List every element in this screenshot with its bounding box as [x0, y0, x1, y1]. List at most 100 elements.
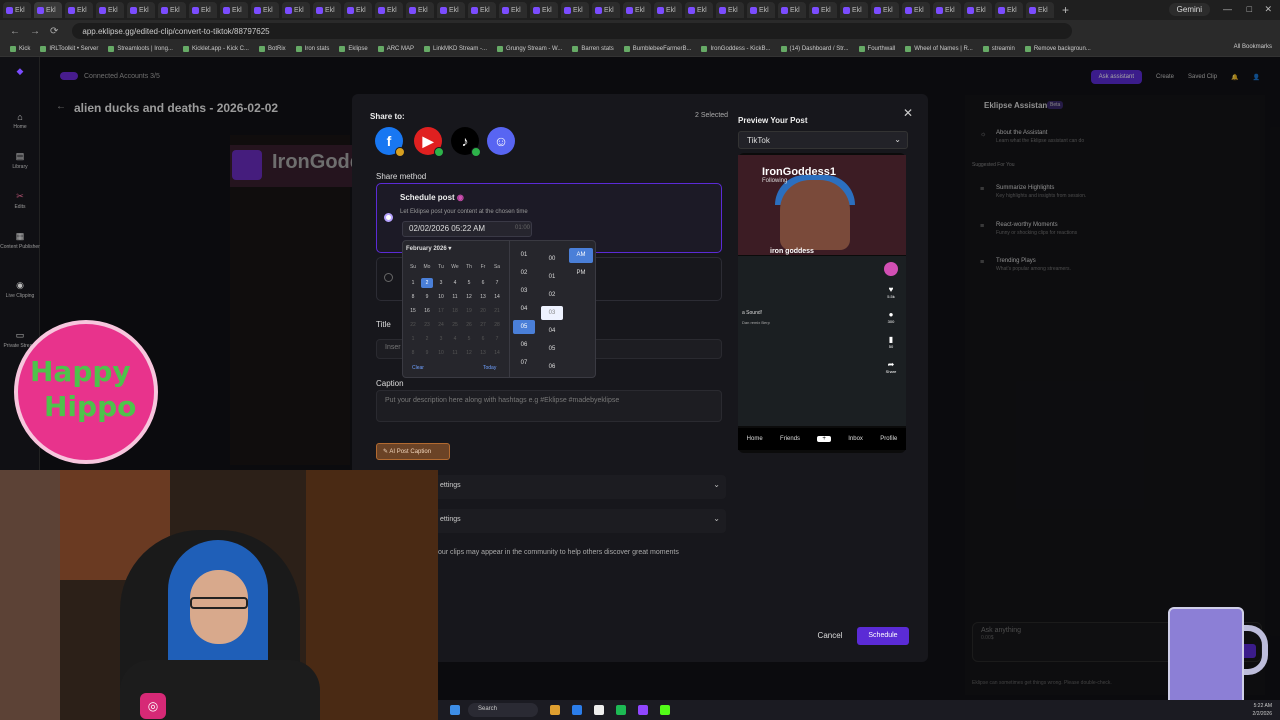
bookmark-item[interactable]: LinkMKD Stream -... [424, 46, 487, 52]
browser-tab[interactable]: Ekl [220, 2, 248, 18]
browser-tab[interactable]: Ekl [871, 2, 899, 18]
discord-icon[interactable]: ☺ [487, 127, 515, 155]
hour-option[interactable]: 03 [513, 284, 535, 298]
am-option[interactable]: AM [569, 248, 593, 263]
browser-tab[interactable]: Ekl [747, 2, 775, 18]
sidebar-item-library[interactable]: ▤ Library [0, 151, 40, 170]
browser-tab[interactable]: Ekl [499, 2, 527, 18]
calendar-day[interactable]: 3 [435, 334, 447, 344]
browser-tab[interactable]: Ekl [96, 2, 124, 18]
calendar-day[interactable]: 20 [477, 306, 489, 316]
caption-input[interactable]: Put your description here along with has… [376, 390, 722, 422]
new-tab-icon[interactable]: + [1062, 3, 1069, 17]
today-button[interactable]: Today [483, 365, 496, 371]
hour-option[interactable]: 07 [513, 356, 535, 370]
browser-tab[interactable]: Ekl [251, 2, 279, 18]
url-input[interactable]: app.eklipse.gg/edited-clip/convert-to-ti… [72, 23, 1073, 39]
facebook-icon[interactable]: f [375, 127, 405, 157]
calendar-day[interactable]: 14 [491, 292, 503, 302]
bookmark-item[interactable]: Kicklet.app - Kick C... [182, 46, 249, 52]
calendar-day[interactable]: 22 [407, 320, 419, 330]
browser-tab[interactable]: Ekl [282, 2, 310, 18]
calendar-day[interactable]: 4 [449, 278, 461, 288]
folder-icon[interactable] [550, 705, 560, 715]
browser-tab[interactable]: Ekl [375, 2, 403, 18]
back-icon[interactable]: ← [10, 26, 20, 37]
bookmark-item[interactable]: Fourthwall [858, 46, 895, 52]
hour-option[interactable]: 01 [513, 248, 535, 262]
browser-tab[interactable]: Ekl [3, 2, 31, 18]
browser-tab[interactable]: Ekl [685, 2, 713, 18]
schedule-button[interactable]: Schedule [857, 627, 909, 645]
gemini-button[interactable]: Gemini [1168, 3, 1210, 16]
calendar-day[interactable]: 8 [407, 348, 419, 358]
minute-option[interactable]: 04 [541, 324, 563, 338]
month-selector[interactable]: February 2026 ▾ [406, 245, 451, 252]
calendar-day[interactable]: 7 [491, 278, 503, 288]
all-bookmarks[interactable]: All Bookmarks [1234, 44, 1272, 50]
tiktok-icon[interactable]: ♪ [451, 127, 481, 157]
bookmark-item[interactable]: (14) Dashboard / Str... [780, 46, 849, 52]
minute-option[interactable]: 06 [541, 360, 563, 374]
calendar-day[interactable]: 6 [477, 278, 489, 288]
eklipse-logo[interactable]: ◆ [0, 66, 40, 79]
datetime-input[interactable]: 02/02/2026 05:22 AM [402, 221, 532, 237]
browser-tab[interactable]: Ekl [34, 2, 62, 18]
bookmark-item[interactable]: Iron stats [295, 46, 329, 52]
hour-option[interactable]: 04 [513, 302, 535, 316]
bookmark-item[interactable]: Wheel of Names | R... [905, 46, 973, 52]
bookmark-item[interactable]: BotRix [258, 46, 286, 52]
taskbar-search[interactable]: Search [468, 703, 538, 717]
calendar-day[interactable]: 10 [435, 292, 447, 302]
calendar-day[interactable]: 26 [463, 320, 475, 330]
calendar-day[interactable]: 6 [477, 334, 489, 344]
sidebar-item-home[interactable]: ⌂ Home [0, 112, 40, 130]
bookmark-item[interactable]: ARC MAP [377, 46, 414, 52]
bookmark-item[interactable]: Streamloots | Irong... [108, 46, 173, 52]
calendar-day[interactable]: 19 [463, 306, 475, 316]
calendar-day[interactable]: 18 [449, 306, 461, 316]
calendar-day[interactable]: 28 [491, 320, 503, 330]
browser-tab[interactable]: Ekl [995, 2, 1023, 18]
calendar-day[interactable]: 5 [463, 334, 475, 344]
calendar-day[interactable]: 27 [477, 320, 489, 330]
minute-option[interactable]: 05 [541, 342, 563, 356]
browser-tab[interactable]: Ekl [437, 2, 465, 18]
calendar-day[interactable]: 3 [435, 278, 447, 288]
calendar-day[interactable]: 10 [435, 348, 447, 358]
bookmark-item[interactable]: Remove backgroun... [1024, 46, 1091, 52]
calendar-day[interactable]: 23 [421, 320, 433, 330]
chrome-icon[interactable] [594, 705, 604, 715]
post-now-radio[interactable] [384, 273, 393, 282]
calendar-day[interactable]: 9 [421, 348, 433, 358]
calendar-day[interactable]: 12 [463, 348, 475, 358]
bookmark-item[interactable]: Eklipse [339, 46, 368, 52]
browser-tab[interactable]: Ekl [933, 2, 961, 18]
calendar-day[interactable]: 13 [477, 348, 489, 358]
bookmark-item[interactable]: Grungy Stream - W... [497, 46, 562, 52]
kick-icon[interactable] [660, 705, 670, 715]
clear-button[interactable]: Clear [412, 365, 424, 371]
browser-tab[interactable]: Ekl [406, 2, 434, 18]
browser-tab[interactable]: Ekl [592, 2, 620, 18]
bookmark-item[interactable]: IRLToolkit • Server [40, 46, 98, 52]
browser-tab[interactable]: Ekl [623, 2, 651, 18]
calendar-day[interactable]: 7 [491, 334, 503, 344]
browser-tab[interactable]: Ekl [964, 2, 992, 18]
browser-tab[interactable]: Ekl [561, 2, 589, 18]
calendar-day[interactable]: 13 [477, 292, 489, 302]
calendar-day[interactable]: 4 [449, 334, 461, 344]
calendar-day[interactable]: 24 [435, 320, 447, 330]
sidebar-item-edits[interactable]: ✂ Edits [0, 191, 40, 210]
browser-tab[interactable]: Ekl [809, 2, 837, 18]
browser-tab[interactable]: Ekl [1026, 2, 1054, 18]
spotify-icon[interactable] [616, 705, 626, 715]
calendar-day[interactable]: 1 [407, 278, 419, 288]
calendar-day[interactable]: 11 [449, 348, 461, 358]
bookmark-item[interactable]: Kick [10, 46, 30, 52]
minute-option[interactable]: 01 [541, 270, 563, 284]
browser-tab[interactable]: Ekl [902, 2, 930, 18]
calendar-day[interactable]: 16 [421, 306, 433, 316]
browser-tab[interactable]: Ekl [344, 2, 372, 18]
browser-tab[interactable]: Ekl [127, 2, 155, 18]
